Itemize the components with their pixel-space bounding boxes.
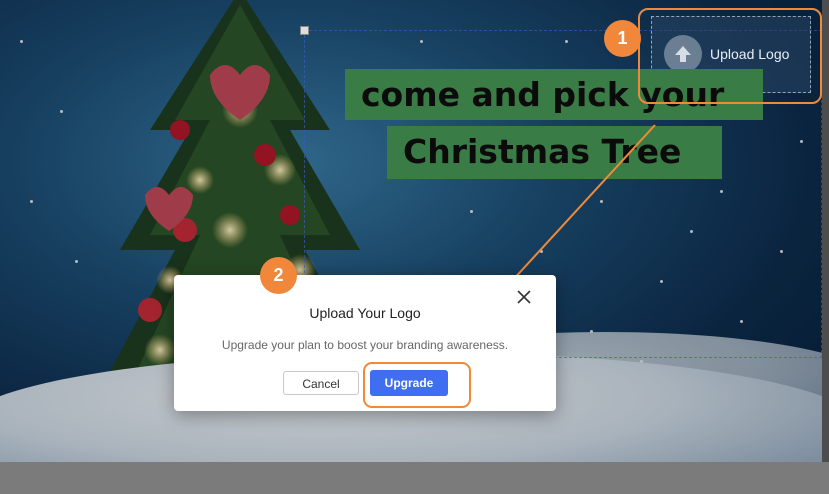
step-badge-2: 2 <box>260 257 297 294</box>
resize-handle[interactable] <box>300 26 309 35</box>
vertical-scrollbar[interactable] <box>822 0 829 462</box>
dialog-title: Upload Your Logo <box>309 305 421 321</box>
poster-title-line2[interactable]: Christmas Tree <box>387 126 722 179</box>
step-badge-1: 1 <box>604 20 641 57</box>
cancel-button[interactable]: Cancel <box>283 371 359 395</box>
poster-title-line2-text: Christmas Tree <box>403 132 682 171</box>
callout-highlight-logo <box>638 8 822 104</box>
callout-highlight-upgrade <box>363 362 471 408</box>
dialog-message: Upgrade your plan to boost your branding… <box>221 338 509 352</box>
close-icon[interactable] <box>515 288 533 306</box>
canvas-bottom-area <box>0 462 829 494</box>
